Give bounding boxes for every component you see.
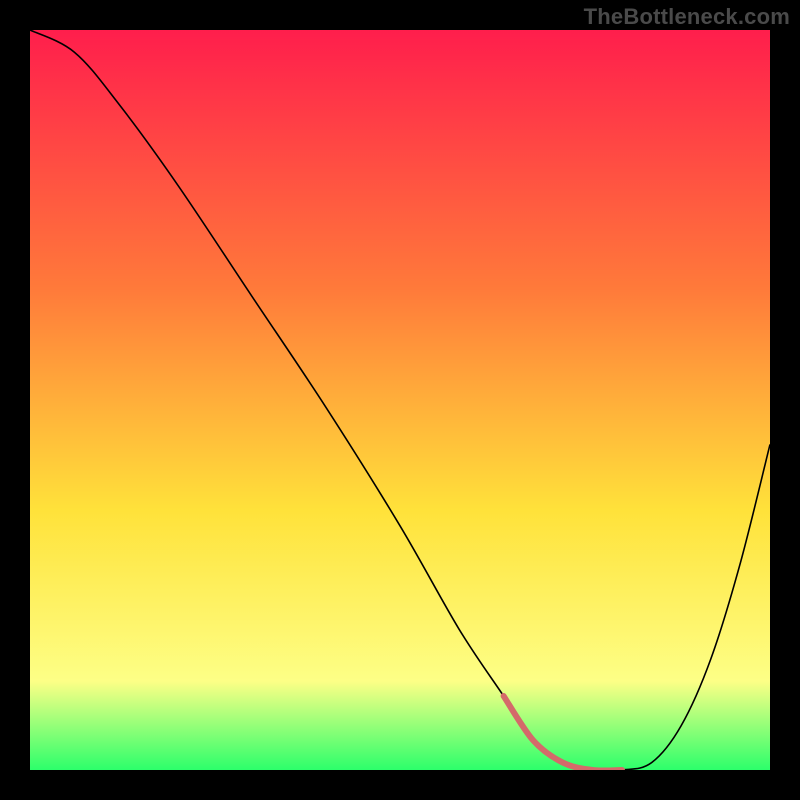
watermark-text: TheBottleneck.com [584,4,790,30]
bottleneck-chart [30,30,770,770]
chart-frame: TheBottleneck.com [0,0,800,800]
gradient-background [30,30,770,770]
